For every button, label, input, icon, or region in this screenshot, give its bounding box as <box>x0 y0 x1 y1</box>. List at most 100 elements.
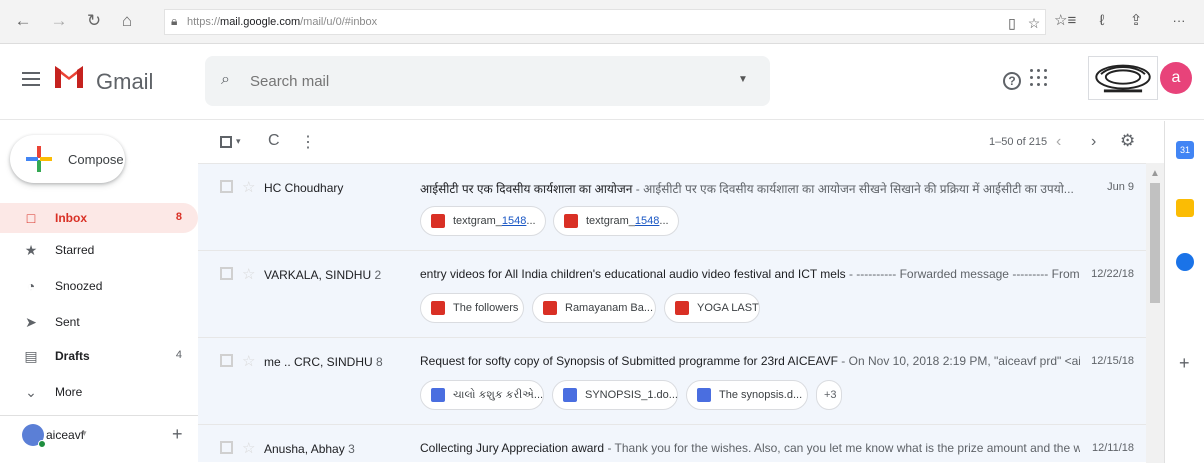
select-menu-icon[interactable]: ▾ <box>236 136 241 147</box>
draft-count: 4 <box>175 349 182 361</box>
mail-checkbox[interactable] <box>220 267 233 280</box>
more-vertical-icon[interactable]: ⋮ <box>300 132 316 152</box>
star-icon: ★ <box>24 242 38 258</box>
attachment-chip[interactable]: textgram_1548... <box>420 206 546 236</box>
attachment-suffix: ... <box>526 215 536 227</box>
gmail-logo-icon[interactable] <box>52 62 86 90</box>
attachment-name: textgram_1548... <box>453 215 536 227</box>
star-icon[interactable]: ☆ <box>242 352 255 370</box>
mail-checkbox[interactable] <box>220 354 233 367</box>
hangouts-account-row[interactable]: aiceavf ▾ + <box>0 415 198 451</box>
reload-icon[interactable]: ↻ <box>83 10 105 32</box>
thread-count: 2 <box>374 268 382 282</box>
compose-label: Compose <box>68 152 124 167</box>
mail-date: 12/11/18 <box>1091 442 1134 454</box>
attachment-chip[interactable]: textgram_1548... <box>553 206 679 236</box>
search-box[interactable]: ⌕ ▼ <box>205 56 770 106</box>
notes-icon[interactable]: ℓ <box>1091 10 1113 32</box>
side-panel: 31 + <box>1164 121 1204 463</box>
online-status-icon <box>38 440 46 448</box>
scroll-thumb[interactable] <box>1150 183 1160 303</box>
scroll-up-icon[interactable]: ▲ <box>1150 168 1160 179</box>
clock-icon: ◔ <box>26 278 36 294</box>
address-bar[interactable]: 🔒︎ https://mail.google.com/mail/u/0/#inb… <box>164 9 1046 35</box>
sidebar-item-sent[interactable]: ➤ Sent <box>0 307 198 337</box>
subject-line: आईसीटी पर एक दिवसीय कार्यशाला का आयोजन -… <box>420 180 1080 198</box>
mail-row[interactable]: ☆ me .. CRC, SINDHU 8 Request for softy … <box>198 337 1146 424</box>
compose-plus-icon <box>26 146 52 172</box>
mail-row[interactable]: ☆ Anusha, Abhay 3 Collecting Jury Apprec… <box>198 424 1146 462</box>
add-on-icon[interactable]: + <box>1179 353 1190 374</box>
mail-row[interactable]: ☆ VARKALA, SINDHU 2 entry videos for All… <box>198 250 1146 337</box>
attachment-name: ચાલો કશુક કરીએ... <box>453 389 544 401</box>
organization-logo <box>1088 56 1158 100</box>
account-avatar[interactable]: a <box>1160 62 1192 94</box>
sidebar-item-starred[interactable]: ★ Starred <box>0 235 198 265</box>
chevron-right-icon[interactable]: › <box>1091 133 1096 151</box>
refresh-icon[interactable]: C <box>268 132 280 150</box>
subject: Request for softy copy of Synopsis of Su… <box>420 354 838 368</box>
attachment-chip[interactable]: The followers <box>420 293 524 323</box>
more-attachments-chip[interactable]: +3 <box>816 380 842 410</box>
search-options-icon[interactable]: ▼ <box>738 74 750 86</box>
attachment-link[interactable]: 1548 <box>635 215 659 227</box>
inbox-icon: □ <box>26 210 36 226</box>
gmail-wordmark[interactable]: Gmail <box>96 69 153 95</box>
reading-view-icon[interactable]: ▯ <box>1003 14 1021 32</box>
sidebar-item-drafts[interactable]: ▤ Drafts 4 <box>0 341 198 371</box>
gear-icon[interactable]: ⚙ <box>1120 131 1135 151</box>
chevron-down-icon[interactable]: ▾ <box>82 428 87 439</box>
star-icon[interactable]: ☆ <box>242 265 255 283</box>
attachment-chip[interactable]: YOGA LAST <box>664 293 760 323</box>
attachment-link[interactable]: 1548 <box>502 215 526 227</box>
favorites-hub-icon[interactable]: ☆≡ <box>1054 10 1076 32</box>
back-icon[interactable]: ← <box>12 10 34 32</box>
favorite-star-icon[interactable]: ☆ <box>1025 14 1043 32</box>
mail-checkbox[interactable] <box>220 180 233 193</box>
sidebar-item-snoozed[interactable]: ◔ Snoozed <box>0 271 198 301</box>
apps-dot <box>1030 83 1033 86</box>
attachment-name: YOGA LAST <box>697 302 759 314</box>
star-icon[interactable]: ☆ <box>242 178 255 196</box>
tasks-icon[interactable] <box>1176 253 1194 271</box>
subject: आईसीटी पर एक दिवसीय कार्यशाला का आयोजन <box>420 182 633 196</box>
mail-checkbox[interactable] <box>220 441 233 454</box>
star-icon[interactable]: ☆ <box>242 439 255 457</box>
mail-scrollbar[interactable]: ▲ <box>1146 163 1164 463</box>
search-icon[interactable]: ⌕ <box>221 70 241 90</box>
url-text[interactable]: https://mail.google.com/mail/u/0/#inbox <box>187 16 377 28</box>
search-input[interactable] <box>250 66 720 96</box>
attachment-chip[interactable]: SYNOPSIS_1.do... <box>552 380 678 410</box>
menu-line <box>22 84 40 86</box>
forward-icon[interactable]: → <box>48 10 70 32</box>
keep-icon[interactable] <box>1176 199 1194 217</box>
subject-line: Collecting Jury Appreciation award - Tha… <box>420 441 1080 459</box>
draft-icon: ▤ <box>24 348 38 364</box>
subject: entry videos for All India children's ed… <box>420 267 846 281</box>
thread-count: 3 <box>348 442 355 456</box>
sidebar-item-more[interactable]: ⌄ More <box>0 377 198 407</box>
main-menu-icon[interactable] <box>22 72 40 90</box>
attachment-chip[interactable]: Ramayanam Ba... <box>532 293 656 323</box>
share-icon[interactable]: ⇪ <box>1125 10 1147 32</box>
select-all-checkbox[interactable] <box>220 136 232 148</box>
home-icon[interactable]: ⌂ <box>116 10 138 32</box>
chevron-left-icon[interactable]: ‹ <box>1056 133 1061 151</box>
mail-row[interactable]: ☆ HC Choudhary आईसीटी पर एक दिवसीय कार्य… <box>198 163 1146 250</box>
browser-more-icon[interactable]: ··· <box>1168 10 1190 32</box>
attachment-chip[interactable]: ચાલો કશુક કરીએ... <box>420 380 544 410</box>
more-attachments-label: +3 <box>824 389 837 401</box>
sender: HC Choudhary <box>264 181 439 197</box>
add-icon[interactable]: + <box>172 424 183 445</box>
sidebar-item-inbox[interactable]: □ Inbox 8 <box>0 203 198 233</box>
video-attachment-icon <box>675 301 689 315</box>
thread-count: 8 <box>376 355 383 369</box>
help-icon[interactable]: ? <box>1003 72 1021 90</box>
compose-button[interactable]: Compose <box>10 135 125 183</box>
subject-line: Request for softy copy of Synopsis of Su… <box>420 354 1080 372</box>
google-apps-icon[interactable] <box>1030 69 1050 89</box>
attachment-chip[interactable]: The synopsis.d... <box>686 380 808 410</box>
calendar-icon[interactable]: 31 <box>1176 141 1194 159</box>
sender: VARKALA, SINDHU 2 <box>264 268 439 284</box>
snippet: - ---------- Forwarded message ---------… <box>848 267 1080 281</box>
